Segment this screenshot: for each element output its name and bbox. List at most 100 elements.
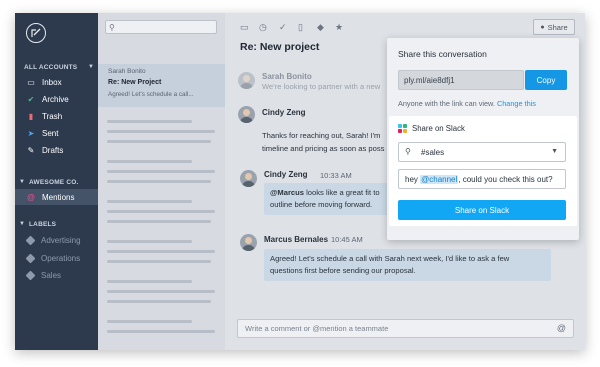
list-item-placeholder[interactable] bbox=[107, 220, 211, 223]
share-button[interactable]: ● Share bbox=[533, 19, 575, 35]
sidebar-item-label: Advertising bbox=[41, 235, 81, 245]
share-popover: Share this conversation ply.ml/aie8dfj1 … bbox=[387, 38, 579, 240]
list-item-placeholder[interactable] bbox=[107, 260, 211, 263]
sidebar-item-label: Trash bbox=[42, 111, 63, 121]
chevron-down-icon[interactable]: ▼ bbox=[88, 64, 94, 70]
slack-message-prefix: hey bbox=[405, 175, 421, 184]
mention-icon[interactable]: @ bbox=[557, 323, 566, 333]
trash-icon[interactable]: ▯ bbox=[298, 22, 303, 33]
send-icon: ➤ bbox=[27, 128, 35, 138]
search-input[interactable]: ⚲ bbox=[105, 20, 217, 34]
list-item-placeholder[interactable] bbox=[107, 250, 215, 253]
mention[interactable]: @Marcus bbox=[270, 188, 304, 197]
message-bubble: Agreed! Let's schedule a call with Sarah… bbox=[264, 249, 551, 281]
comment-input[interactable]: Write a comment or @mention a teammate @ bbox=[237, 319, 574, 338]
sidebar-item-drafts[interactable]: ✎ Drafts bbox=[15, 142, 98, 158]
star-icon[interactable]: ★ bbox=[335, 22, 343, 33]
message-sender: Sarah Bonito bbox=[262, 72, 312, 81]
slack-channel-select[interactable]: ⚲ #sales ▼ bbox=[398, 142, 566, 162]
sidebar-item-mentions[interactable]: @ Mentions bbox=[15, 189, 98, 205]
message-sender: Cindy Zeng bbox=[264, 170, 308, 179]
pencil-icon: ✎ bbox=[27, 145, 35, 155]
list-item-subject: Re: New Project bbox=[108, 79, 162, 86]
slack-header: Share on Slack bbox=[398, 124, 465, 133]
list-item-selected[interactable]: Sarah Bonito Re: New Project Agreed! Let… bbox=[98, 64, 225, 107]
sidebar: ALL ACCOUNTS ▼ ▭ Inbox ✔ Archive ▮ Trash… bbox=[15, 13, 98, 350]
chevron-down-icon[interactable]: ▼ bbox=[19, 221, 25, 227]
message-text: looks like a great fit to bbox=[304, 188, 380, 197]
section-awesome-co[interactable]: AWESOME CO. bbox=[29, 179, 79, 186]
list-item-placeholder[interactable] bbox=[107, 320, 192, 323]
slack-title: Share on Slack bbox=[412, 124, 465, 133]
message-sender: Marcus Bernales bbox=[264, 235, 329, 244]
comment-placeholder: Write a comment or @mention a teammate bbox=[245, 324, 389, 333]
share-on-slack-button[interactable]: Share on Slack bbox=[398, 200, 566, 220]
message-text: questions first before sending our propo… bbox=[270, 266, 416, 275]
popover-title: Share this conversation bbox=[398, 49, 487, 59]
inbox-icon[interactable]: ▭ bbox=[240, 22, 249, 33]
avatar[interactable] bbox=[238, 106, 255, 123]
thread-title: Re: New project bbox=[240, 41, 320, 53]
section-labels[interactable]: LABELS bbox=[29, 221, 56, 228]
sidebar-item-trash[interactable]: ▮ Trash bbox=[15, 108, 98, 124]
sidebar-item-label: Operations bbox=[41, 253, 81, 263]
list-item-sender: Sarah Bonito bbox=[108, 68, 146, 75]
avatar[interactable] bbox=[240, 170, 257, 187]
list-item-placeholder[interactable] bbox=[107, 280, 192, 283]
share-button-label: Share bbox=[547, 22, 568, 32]
check-icon[interactable]: ✓ bbox=[279, 22, 287, 33]
slack-channel-value: #sales bbox=[421, 148, 445, 157]
slack-icon bbox=[398, 124, 407, 133]
slack-share-card: Share on Slack ⚲ #sales ▼ hey @channel, … bbox=[389, 116, 577, 226]
sidebar-label-sales[interactable]: Sales bbox=[15, 267, 98, 283]
list-item-placeholder[interactable] bbox=[107, 210, 215, 213]
list-item-placeholder[interactable] bbox=[107, 330, 215, 333]
sidebar-item-sent[interactable]: ➤ Sent bbox=[15, 125, 98, 141]
list-item-placeholder[interactable] bbox=[107, 240, 192, 243]
sidebar-item-archive[interactable]: ✔ Archive bbox=[15, 91, 98, 107]
list-item-placeholder[interactable] bbox=[107, 120, 192, 123]
message-sender: Cindy Zeng bbox=[262, 108, 306, 117]
change-permission-link[interactable]: Change this bbox=[497, 99, 536, 108]
list-item-placeholder[interactable] bbox=[107, 170, 215, 173]
list-item-placeholder[interactable] bbox=[107, 180, 211, 183]
at-icon: @ bbox=[27, 192, 35, 202]
message-text: timeline and pricing as soon as poss bbox=[262, 144, 385, 153]
sidebar-label-operations[interactable]: Operations bbox=[15, 250, 98, 266]
list-item-placeholder[interactable] bbox=[107, 140, 211, 143]
tag-icon[interactable]: ◆ bbox=[317, 22, 324, 33]
copy-button[interactable]: Copy bbox=[525, 70, 567, 90]
permission-text: Anyone with the link can view. bbox=[398, 99, 495, 108]
chevron-down-icon[interactable]: ▼ bbox=[19, 179, 25, 185]
chevron-down-icon[interactable]: ▼ bbox=[551, 148, 558, 155]
sidebar-item-label: Drafts bbox=[42, 145, 64, 155]
message-list: ⚲ Sarah Bonito Re: New Project Agreed! L… bbox=[98, 13, 225, 350]
sidebar-item-label: Mentions bbox=[42, 192, 75, 202]
message-text: We're looking to partner with a new bbox=[262, 82, 381, 91]
avatar[interactable] bbox=[240, 234, 257, 251]
list-item-placeholder[interactable] bbox=[107, 290, 215, 293]
inbox-icon: ▭ bbox=[27, 77, 35, 87]
clock-icon[interactable]: ◷ bbox=[259, 22, 267, 33]
slack-message-suffix: , could you check this out? bbox=[458, 175, 553, 184]
sidebar-label-advertising[interactable]: Advertising bbox=[15, 232, 98, 248]
tag-icon bbox=[25, 270, 36, 280]
list-item-preview: Agreed! Let's schedule a call... bbox=[108, 91, 194, 98]
sidebar-item-inbox[interactable]: ▭ Inbox bbox=[15, 74, 98, 90]
section-all-accounts[interactable]: ALL ACCOUNTS bbox=[24, 64, 77, 71]
avatar[interactable] bbox=[238, 72, 255, 89]
tag-icon bbox=[25, 253, 36, 263]
share-link-field[interactable]: ply.ml/aie8dfj1 bbox=[398, 70, 524, 90]
check-icon: ✔ bbox=[27, 94, 35, 104]
slack-message-input[interactable]: hey @channel, could you check this out? bbox=[398, 169, 566, 189]
list-item-placeholder[interactable] bbox=[107, 200, 192, 203]
trash-icon: ▮ bbox=[28, 111, 34, 121]
list-item-placeholder[interactable] bbox=[107, 160, 192, 163]
search-icon: ⚲ bbox=[109, 23, 115, 32]
list-item-placeholder[interactable] bbox=[107, 300, 211, 303]
slack-channel-mention: @channel bbox=[420, 175, 459, 184]
message-text: Agreed! Let's schedule a call with Sarah… bbox=[270, 254, 510, 263]
list-item-placeholder[interactable] bbox=[107, 130, 215, 133]
compose-icon[interactable] bbox=[26, 23, 46, 43]
message-text: outline before moving forward. bbox=[270, 200, 373, 209]
